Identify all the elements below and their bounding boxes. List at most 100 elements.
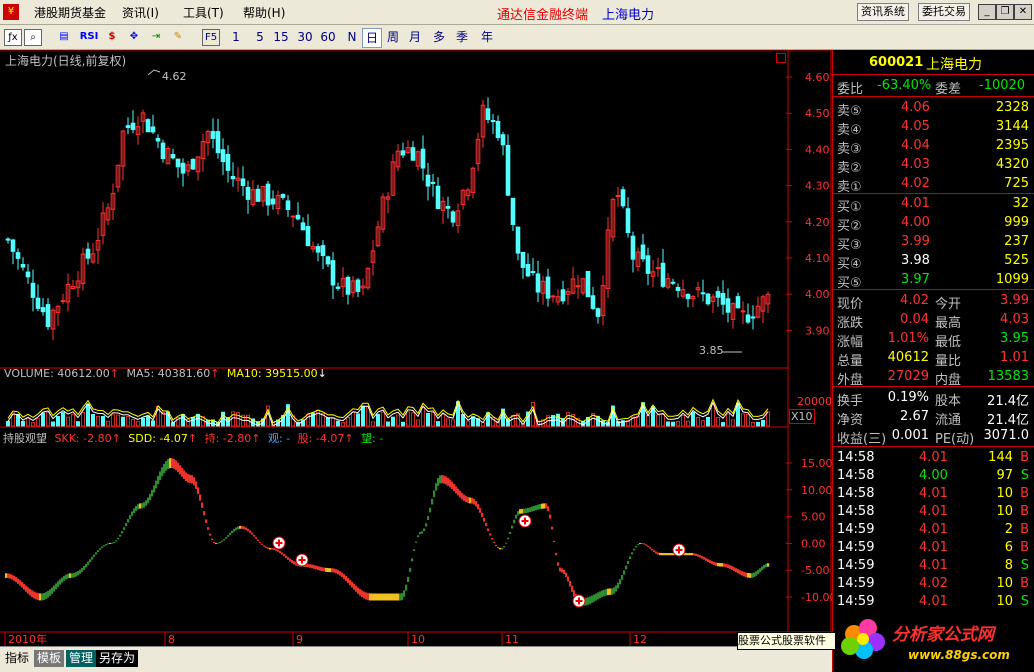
candle-body: [290, 215, 296, 218]
indicator-band-segment: [247, 528, 250, 532]
chart-close-icon[interactable]: [776, 53, 786, 63]
period-tab-7[interactable]: 周: [384, 28, 402, 46]
period-tab-11[interactable]: 年: [478, 28, 496, 46]
indicator-band-segment: [667, 553, 670, 556]
indicator-band-segment: [693, 553, 696, 556]
tick-0-t: 14:58: [837, 450, 875, 465]
candle-body: [15, 252, 21, 259]
app-icon[interactable]: ¥: [3, 4, 19, 20]
indicator-band-segment: [323, 567, 326, 572]
volume-series: [6, 398, 771, 427]
zoom-icon[interactable]: ⌕: [24, 29, 42, 46]
promo-tooltip[interactable]: 股票公式股票软件: [737, 632, 836, 650]
indicator-band-segment: [105, 544, 108, 546]
volume-bar: [415, 419, 420, 427]
news-system-button[interactable]: 资讯系统: [857, 3, 909, 21]
indicator-band-segment: [469, 497, 472, 504]
indicator-band-segment: [275, 548, 278, 551]
period-tab-1[interactable]: 5: [250, 28, 270, 46]
money-icon[interactable]: $: [104, 29, 120, 44]
logo-title: 分析家公式网: [892, 625, 994, 645]
indicator-band-segment: [385, 593, 388, 601]
period-tab-9[interactable]: 多: [430, 28, 448, 46]
indicator-wang: 望: -: [361, 432, 384, 445]
stat-2-v1: 1.01%: [887, 331, 929, 346]
indicator-axis-label-3: 0.00: [801, 537, 826, 550]
tick-5-p: 4.01: [919, 540, 948, 555]
menu-hk-futures[interactable]: 港股期货基金: [34, 4, 106, 21]
indicator-axis-label-5: -10.00: [801, 591, 832, 604]
close-icon[interactable]: ✕: [1014, 4, 1032, 20]
period-tab-3[interactable]: 30: [295, 28, 315, 46]
indicator-band-segment: [441, 475, 444, 484]
period-tab-5[interactable]: N: [343, 28, 361, 46]
volume-bar: [135, 421, 140, 427]
indicator-band-segment: [751, 573, 754, 578]
indicator-band-segment: [109, 542, 112, 544]
date-axis-label-0: 2010年: [8, 632, 47, 646]
formula-icon[interactable]: ƒx: [4, 29, 22, 46]
indicator-band-segment: [545, 503, 548, 509]
menu-tools[interactable]: 工具(T): [183, 4, 224, 21]
share-stat-2-l2: PE(动): [935, 432, 975, 447]
candle-body: [490, 120, 496, 123]
menu-info[interactable]: 资讯(I): [122, 4, 159, 21]
period-tab-6[interactable]: 日: [362, 28, 382, 48]
indicator-name[interactable]: 持股观望: [3, 432, 47, 445]
menu-help[interactable]: 帮助(H): [243, 4, 285, 21]
indicator-band-segment: [739, 570, 742, 575]
candle-body: [280, 193, 286, 198]
indicator-band-segment: [179, 465, 182, 475]
buy-row-1-volume: 999: [1004, 215, 1029, 230]
restore-icon[interactable]: ❐: [996, 4, 1014, 20]
period-tab-0[interactable]: 1: [226, 28, 246, 46]
indicator-band-segment: [309, 564, 312, 568]
tick-5-t: 14:59: [837, 540, 875, 555]
indicator-band-segment: [175, 460, 178, 471]
candle-body: [10, 239, 16, 252]
indicator-band-segment: [221, 540, 224, 542]
indicator-band-segment: [691, 553, 694, 556]
f5-icon[interactable]: F5: [202, 29, 220, 46]
candle-body: [320, 245, 326, 257]
indicator-band-segment: [709, 560, 712, 564]
chart-icon[interactable]: ▤: [56, 29, 72, 44]
indicator-band-segment: [389, 593, 392, 601]
rsi-icon[interactable]: RSI: [78, 29, 100, 44]
tab-manage[interactable]: 管理: [66, 650, 97, 667]
indicator-band-segment: [415, 541, 418, 543]
period-tab-10[interactable]: 季: [453, 28, 471, 46]
period-tab-4[interactable]: 60: [318, 28, 338, 46]
tick-1-p: 4.00: [919, 468, 948, 483]
import-icon[interactable]: ⇥: [148, 29, 164, 44]
indicator-band-segment: [707, 559, 710, 563]
indicator-band-segment: [43, 593, 46, 600]
volume-ma10: MA10: 39515.00: [226, 367, 318, 380]
pencil-icon[interactable]: ✎: [170, 29, 186, 44]
chart-area[interactable]: 4.60 4.50 4.40 4.30 4.20 4.10 4.00 3.90 15.00 10.…: [0, 50, 832, 646]
indicator-band-segment: [615, 585, 618, 592]
indicator-band-segment: [377, 593, 380, 601]
indicator-band-segment: [451, 481, 454, 490]
indicator-band-segment: [245, 527, 248, 531]
period-tab-2[interactable]: 15: [271, 28, 291, 46]
trade-button[interactable]: 委托交易: [918, 3, 970, 21]
sell-row-1-label: 卖④: [837, 123, 862, 138]
tab-indicator[interactable]: 指标: [2, 650, 33, 667]
indicator-sdd: SDD: -4.07: [128, 432, 188, 445]
indicator-band-segment: [339, 571, 342, 576]
indicator-band-segment: [569, 581, 572, 587]
volume-bar: [410, 412, 415, 427]
tab-template[interactable]: 模板: [34, 650, 65, 667]
move-icon[interactable]: ✥: [126, 29, 142, 44]
tab-save-as[interactable]: 另存为: [96, 650, 139, 667]
indicator-band-segment: [603, 589, 606, 597]
tick-3-t: 14:58: [837, 504, 875, 519]
indicator-band-segment: [363, 591, 366, 599]
indicator-band-segment: [127, 518, 130, 523]
tick-6-p: 4.01: [919, 558, 948, 573]
indicator-band-segment: [657, 552, 660, 555]
minimize-icon[interactable]: _: [978, 4, 996, 20]
period-tab-8[interactable]: 月: [406, 28, 424, 46]
candle-body: [620, 189, 626, 207]
